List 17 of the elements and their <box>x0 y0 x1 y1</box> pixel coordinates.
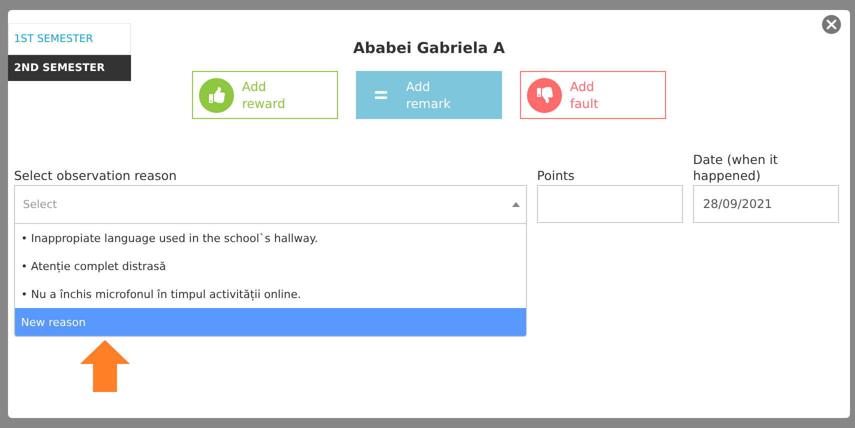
field-label: Points <box>537 167 576 185</box>
semester-tab[interactable]: 1ST SEMESTER <box>8 23 131 55</box>
field-label: Date (when it happened) <box>693 156 779 185</box>
add-reward-button[interactable]: Add reward <box>192 71 338 119</box>
points-field[interactable] <box>537 185 683 223</box>
dropdown-option[interactable]: New reason <box>15 308 526 336</box>
field-label: Select observation reason <box>14 167 178 185</box>
thumbs-up-icon <box>199 78 234 112</box>
semester-tab[interactable]: 2ND SEMESTER <box>8 55 131 81</box>
add-fault-button[interactable]: Add fault <box>520 71 666 119</box>
reason-select[interactable]: Select <box>14 185 527 224</box>
student-name: Ababei Gabriela A <box>353 39 505 59</box>
arrow-up-icon <box>80 340 130 392</box>
thumbs-down-icon <box>527 78 562 112</box>
date-field[interactable]: 28/09/2021 <box>693 185 839 223</box>
add-remark-button[interactable]: Add remark <box>356 71 502 119</box>
close-icon[interactable] <box>822 15 841 34</box>
